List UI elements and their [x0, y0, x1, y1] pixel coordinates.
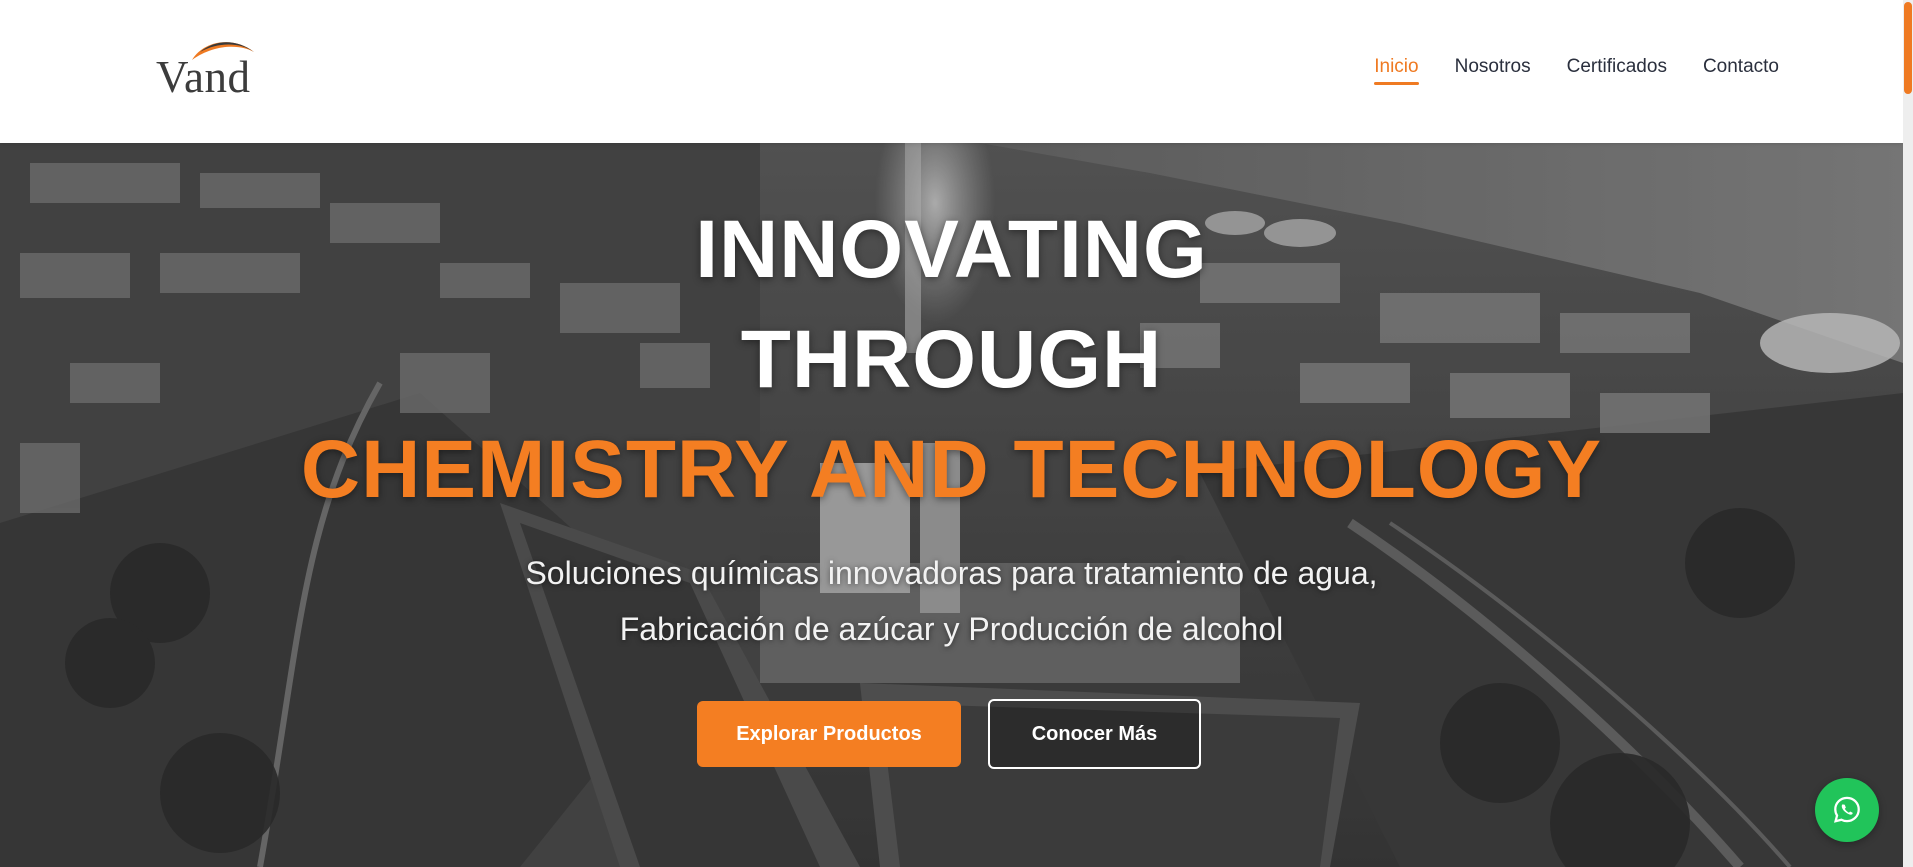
main-nav: Inicio Nosotros Certificados Contacto — [1374, 56, 1779, 85]
hero-subtitle: Soluciones químicas innovadoras para tra… — [0, 545, 1903, 657]
scrollbar-thumb[interactable] — [1904, 2, 1912, 94]
site-header: Vand Inicio Nosotros Certificados Contac… — [0, 0, 1903, 143]
whatsapp-icon — [1833, 796, 1860, 823]
hero-subtitle-line2: Fabricación de azúcar y Producción de al… — [619, 611, 1284, 647]
explore-products-button[interactable]: Explorar Productos — [697, 701, 961, 767]
nav-link-nosotros[interactable]: Nosotros — [1455, 56, 1531, 82]
hero-title-line2: THROUGH — [740, 314, 1163, 405]
hero-section: INNOVATING THROUGH CHEMISTRY AND TECHNOL… — [0, 143, 1903, 867]
page-scrollbar[interactable] — [1903, 0, 1913, 867]
learn-more-button[interactable]: Conocer Más — [988, 699, 1201, 769]
hero-title-accent: CHEMISTRY AND TECHNOLOGY — [300, 424, 1603, 515]
logo-wordmark: Vand — [156, 52, 251, 102]
nav-link-contacto[interactable]: Contacto — [1703, 56, 1779, 82]
vand-logo[interactable]: Vand — [156, 38, 266, 102]
nav-link-certificados[interactable]: Certificados — [1567, 56, 1667, 82]
hero-title: INNOVATING THROUGH CHEMISTRY AND TECHNOL… — [0, 195, 1903, 525]
hero-subtitle-line1: Soluciones químicas innovadoras para tra… — [525, 555, 1378, 591]
nav-link-inicio[interactable]: Inicio — [1374, 56, 1419, 85]
hero-title-line1: INNOVATING — [695, 204, 1208, 295]
whatsapp-button[interactable] — [1815, 778, 1879, 842]
